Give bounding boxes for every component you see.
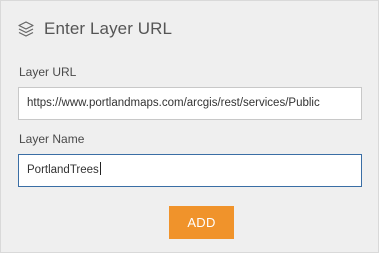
layer-name-label: Layer Name <box>19 132 85 146</box>
layer-url-value: https://www.portlandmaps.com/arcgis/rest… <box>27 97 320 109</box>
layer-url-label: Layer URL <box>19 65 77 79</box>
enter-layer-url-panel: Enter Layer URL Layer URL https://www.po… <box>0 0 379 253</box>
text-caret <box>99 162 101 175</box>
panel-header: Enter Layer URL <box>17 19 172 39</box>
layer-name-value: PortlandTrees <box>27 164 99 176</box>
layer-url-input[interactable]: https://www.portlandmaps.com/arcgis/rest… <box>18 87 362 120</box>
add-button[interactable]: ADD <box>169 206 234 239</box>
layers-icon <box>17 20 35 38</box>
panel-title: Enter Layer URL <box>44 19 173 38</box>
layer-name-input[interactable]: PortlandTrees <box>18 154 362 187</box>
